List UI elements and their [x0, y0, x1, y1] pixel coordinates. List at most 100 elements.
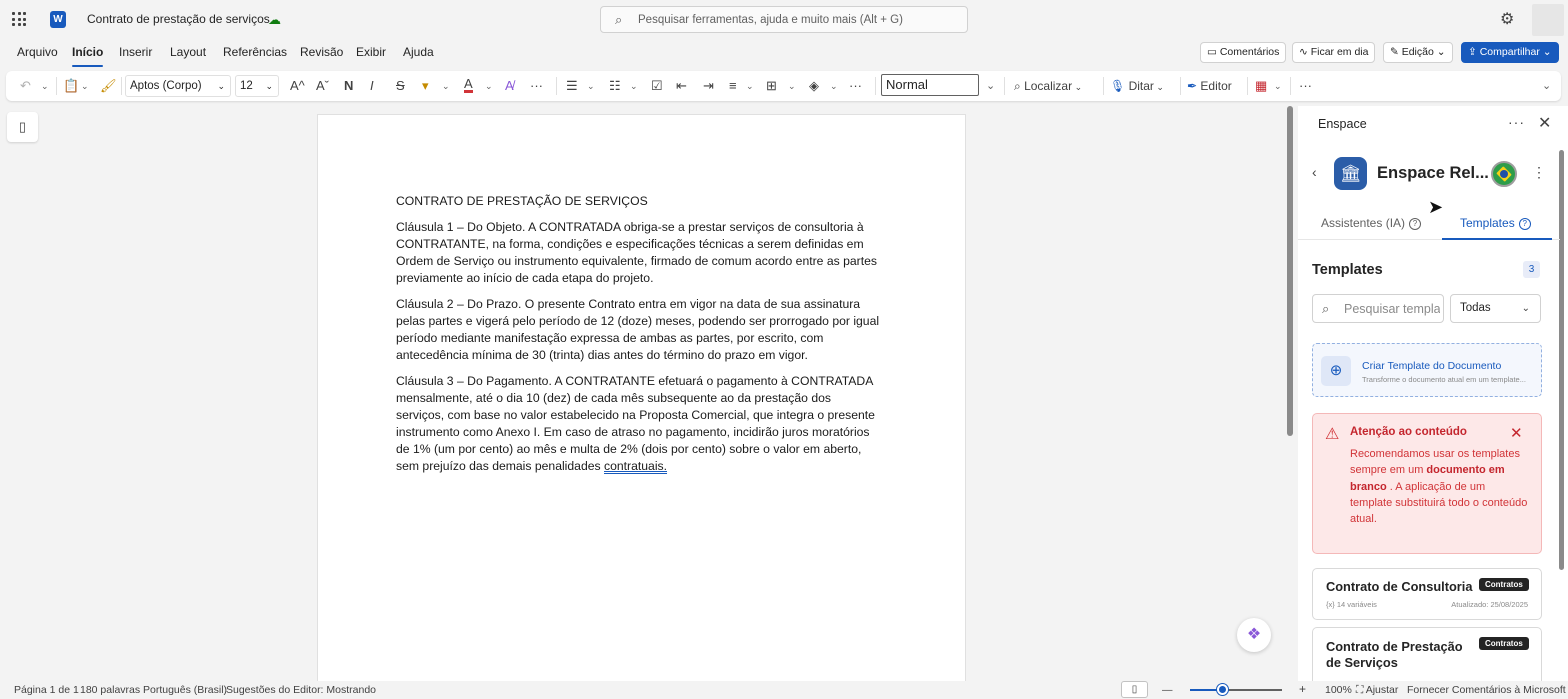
undo-icon[interactable]: ↶ [20, 77, 31, 95]
close-icon[interactable]: ✕ [1538, 113, 1551, 133]
share-button[interactable]: ⇪ Compartilhar ⌄ [1461, 42, 1559, 63]
borders-icon[interactable]: ⊞ [766, 77, 777, 95]
style-chevron-icon[interactable]: ⌄ [986, 77, 995, 95]
back-icon[interactable]: ‹ [1312, 164, 1317, 180]
highlight-icon[interactable]: ▾ [422, 77, 429, 95]
borders-chevron-icon[interactable]: ⌄ [788, 77, 796, 95]
more-font-icon[interactable]: ··· [530, 77, 543, 95]
help-icon[interactable]: ? [1518, 218, 1531, 230]
app-launcher-icon[interactable] [12, 12, 26, 26]
font-family-select[interactable]: Aptos (Corpo) ⌄ [125, 75, 231, 97]
template-card-title: Contrato de Consultoria [1326, 579, 1473, 594]
divider [1180, 77, 1181, 95]
search-box[interactable]: ⌕ Pesquisar ferramentas, ajuda e muito m… [600, 6, 968, 33]
share-label: Compartilhar [1479, 46, 1540, 58]
dictate-button[interactable]: 🎙 Ditar ⌄ [1110, 77, 1164, 96]
clear-formatting-icon[interactable]: A̸ [505, 77, 514, 95]
collapse-ribbon-icon[interactable]: ⌄ [1542, 77, 1551, 95]
bullets-icon[interactable]: ☰ [566, 77, 578, 95]
tab-templates[interactable]: Templates? [1460, 216, 1531, 230]
navigation-pane-icon[interactable]: ▯ [7, 112, 38, 142]
gear-icon[interactable]: ⚙ [1500, 9, 1514, 29]
print-layout-icon[interactable]: ▯ [1121, 681, 1148, 698]
category-badge: Contratos [1479, 637, 1529, 650]
italic-button[interactable]: I [370, 77, 374, 95]
style-select[interactable]: Normal [881, 74, 979, 96]
comments-button[interactable]: ▭ Comentários [1200, 42, 1287, 63]
fit-icon: ⛶ [1356, 684, 1366, 696]
more-options-icon[interactable]: ··· [1508, 114, 1525, 130]
fit-button[interactable]: ⛶ Ajustar [1356, 684, 1398, 697]
help-icon[interactable]: ? [1409, 218, 1422, 230]
menu-inicio[interactable]: Início [72, 45, 104, 67]
feedback-link[interactable]: Fornecer Comentários à Microsoft [1407, 684, 1566, 696]
format-painter-icon[interactable]: 🖌 [100, 77, 117, 95]
paste-icon[interactable]: 📋 [63, 77, 79, 95]
zoom-level[interactable]: 100% [1325, 684, 1352, 696]
template-card[interactable]: Contrato de Consultoria Contratos {x} 14… [1312, 568, 1542, 620]
align-chevron-icon[interactable]: ⌄ [746, 77, 754, 95]
addins-icon[interactable]: ▦ [1255, 77, 1267, 95]
find-button[interactable]: ⌕ Localizar ⌄ [1014, 77, 1082, 96]
menu-ajuda[interactable]: Ajuda [403, 45, 434, 59]
word-count[interactable]: 180 palavras [80, 684, 140, 696]
shading-icon[interactable]: ◈ [809, 77, 819, 95]
numbering-chevron-icon[interactable]: ⌄ [630, 77, 638, 95]
menu-revisao[interactable]: Revisão [300, 45, 343, 59]
menu-arquivo[interactable]: Arquivo [17, 45, 58, 59]
undo-chevron-icon[interactable]: ⌄ [41, 77, 49, 95]
decrease-indent-icon[interactable]: ⇤ [676, 77, 687, 95]
editor-button[interactable]: ✒ Editor [1187, 77, 1232, 95]
menu-layout[interactable]: Layout [170, 45, 206, 59]
menu-exibir[interactable]: Exibir [356, 45, 386, 59]
clause-3-underlined-word[interactable]: contratuais. [604, 459, 667, 473]
catch-up-button[interactable]: ∿ Ficar em dia [1292, 42, 1376, 63]
increase-indent-icon[interactable]: ⇥ [703, 77, 714, 95]
align-icon[interactable]: ≡ [729, 77, 737, 95]
brazil-flag-icon[interactable] [1491, 161, 1517, 187]
bold-button[interactable]: N [344, 77, 353, 95]
document-page[interactable]: CONTRATO DE PRESTAÇÃO DE SERVIÇOS Cláusu… [317, 114, 966, 684]
kebab-menu-icon[interactable]: ⋮ [1532, 164, 1546, 181]
create-template-button[interactable]: ⊕ Criar Template do Documento Transforme… [1312, 343, 1542, 397]
pencil-icon: ✎ [1390, 46, 1402, 58]
more-paragraph-icon[interactable]: ··· [849, 77, 862, 95]
category-filter-select[interactable]: Todas ⌄ [1450, 294, 1541, 323]
highlight-chevron-icon[interactable]: ⌄ [442, 77, 450, 95]
addins-chevron-icon[interactable]: ⌄ [1274, 77, 1282, 95]
numbering-icon[interactable]: ☷ [609, 77, 621, 95]
chevron-down-icon: ⌄ [1521, 303, 1530, 314]
ribbon-toolbar: ↶ ⌄ 📋 ⌄ 🖌 Aptos (Corpo) ⌄ 12 ⌄ A^ Aˇ N I S… [6, 71, 1561, 101]
grow-font-icon[interactable]: A^ [290, 77, 305, 95]
template-card[interactable]: Contrato de Prestação de Serviços Contra… [1312, 627, 1542, 687]
strikethrough-button[interactable]: S [396, 77, 405, 95]
tab-assistants[interactable]: Assistentes (IA)? [1321, 216, 1422, 230]
document-title[interactable]: Contrato de prestação de serviços [87, 12, 270, 26]
bullets-chevron-icon[interactable]: ⌄ [587, 77, 595, 95]
checklist-icon[interactable]: ☑ [651, 77, 663, 95]
divider [121, 77, 122, 95]
page-count[interactable]: Página 1 de 1 [14, 684, 79, 696]
font-color-chevron-icon[interactable]: ⌄ [485, 77, 493, 95]
menu-inserir[interactable]: Inserir [119, 45, 152, 59]
copilot-icon[interactable]: ❖ [1237, 618, 1271, 652]
template-search-input[interactable]: ⌕ Pesquisar templates [1312, 294, 1444, 323]
avatar[interactable] [1532, 4, 1564, 36]
zoom-slider-thumb[interactable] [1217, 684, 1229, 695]
language[interactable]: Português (Brasil) [143, 684, 227, 696]
font-size-select[interactable]: 12 ⌄ [235, 75, 279, 97]
editor-suggestions[interactable]: Sugestões do Editor: Mostrando [226, 684, 376, 696]
more-options-icon[interactable]: ··· [1299, 77, 1312, 95]
paste-chevron-icon[interactable]: ⌄ [81, 77, 89, 95]
zoom-in-icon[interactable]: + [1299, 682, 1306, 696]
document-scrollbar[interactable] [1287, 106, 1293, 436]
shading-chevron-icon[interactable]: ⌄ [830, 77, 838, 95]
zoom-out-icon[interactable]: — [1162, 684, 1173, 696]
menu-referencias[interactable]: Referências [223, 45, 287, 59]
editing-mode-button[interactable]: ✎ Edição ⌄ [1383, 42, 1453, 63]
mouse-cursor-icon: ➤ [1428, 197, 1444, 217]
close-icon[interactable]: ✕ [1510, 424, 1523, 442]
shrink-font-icon[interactable]: Aˇ [316, 77, 329, 95]
document-body[interactable]: CONTRATO DE PRESTAÇÃO DE SERVIÇOS Cláusu… [396, 193, 882, 484]
font-color-icon[interactable]: A [464, 77, 473, 93]
